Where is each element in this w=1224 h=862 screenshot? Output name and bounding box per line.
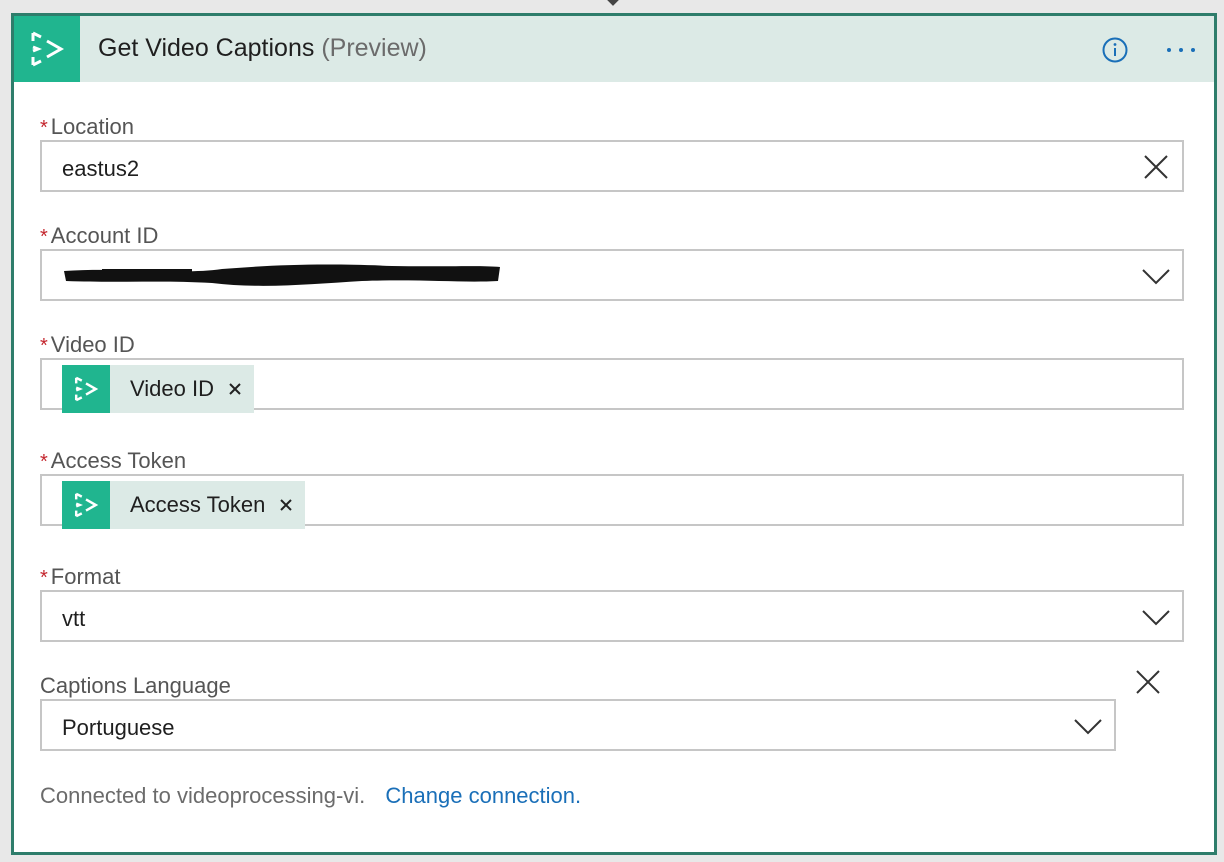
canvas: Get Video Captions (Preview) * Location e… [0,0,1224,862]
access-token-input[interactable]: Access Token [40,474,1184,529]
location-label: * Location [40,114,134,139]
chevron-down-icon[interactable] [1074,712,1102,740]
access-token-label: * Access Token [40,448,187,473]
access-token-token[interactable]: Access Token [62,481,306,529]
captions-language-label: Captions Language [40,673,231,698]
account-id-label: * Account ID [40,223,159,248]
required-marker: * [40,567,48,589]
token-label: Video ID [130,376,214,401]
token-label: Access Token [130,492,266,517]
close-icon[interactable] [1134,668,1162,696]
captions-language-value: Portuguese [62,715,175,740]
remove-token-icon[interactable] [220,374,250,404]
change-connection-link[interactable]: Change connection. [385,783,581,808]
action-card-header[interactable]: Get Video Captions (Preview) [14,16,1214,82]
chevron-down-icon[interactable] [1142,262,1170,290]
info-icon[interactable] [1102,37,1128,63]
video-id-input[interactable]: Video ID [40,358,1184,413]
more-options-icon[interactable] [1164,38,1198,62]
account-id-dropdown[interactable] [40,249,1184,301]
chevron-down-icon[interactable] [1142,603,1170,631]
video-id-token[interactable]: Video ID [62,365,254,413]
location-value: eastus2 [62,156,140,181]
format-dropdown[interactable]: vtt [40,590,1184,642]
action-card: Get Video Captions (Preview) * Location e… [11,13,1217,855]
connector-arrow-icon [607,0,619,6]
required-marker: * [40,226,48,248]
captions-language-dropdown[interactable]: Portuguese [40,699,1116,751]
connection-info: Connected to videoprocessing-vi. Change … [40,783,581,809]
video-indexer-icon [62,481,110,529]
video-indexer-icon [14,16,80,82]
required-marker: * [40,117,48,139]
required-marker: * [40,451,48,473]
clear-icon[interactable] [1142,153,1170,181]
required-marker: * [40,335,48,357]
redacted-value [64,264,500,286]
connection-text: Connected to videoprocessing-vi. [40,783,366,808]
remove-token-icon[interactable] [271,490,301,520]
action-title-preview: (Preview) [321,34,427,62]
video-id-label: * Video ID [40,332,135,357]
action-title: Get Video Captions (Preview) [98,34,427,63]
location-input[interactable]: eastus2 [40,140,1184,192]
action-title-text: Get Video Captions [98,34,315,62]
video-indexer-icon [62,365,110,413]
format-label: * Format [40,564,121,589]
format-value: vtt [62,606,86,631]
